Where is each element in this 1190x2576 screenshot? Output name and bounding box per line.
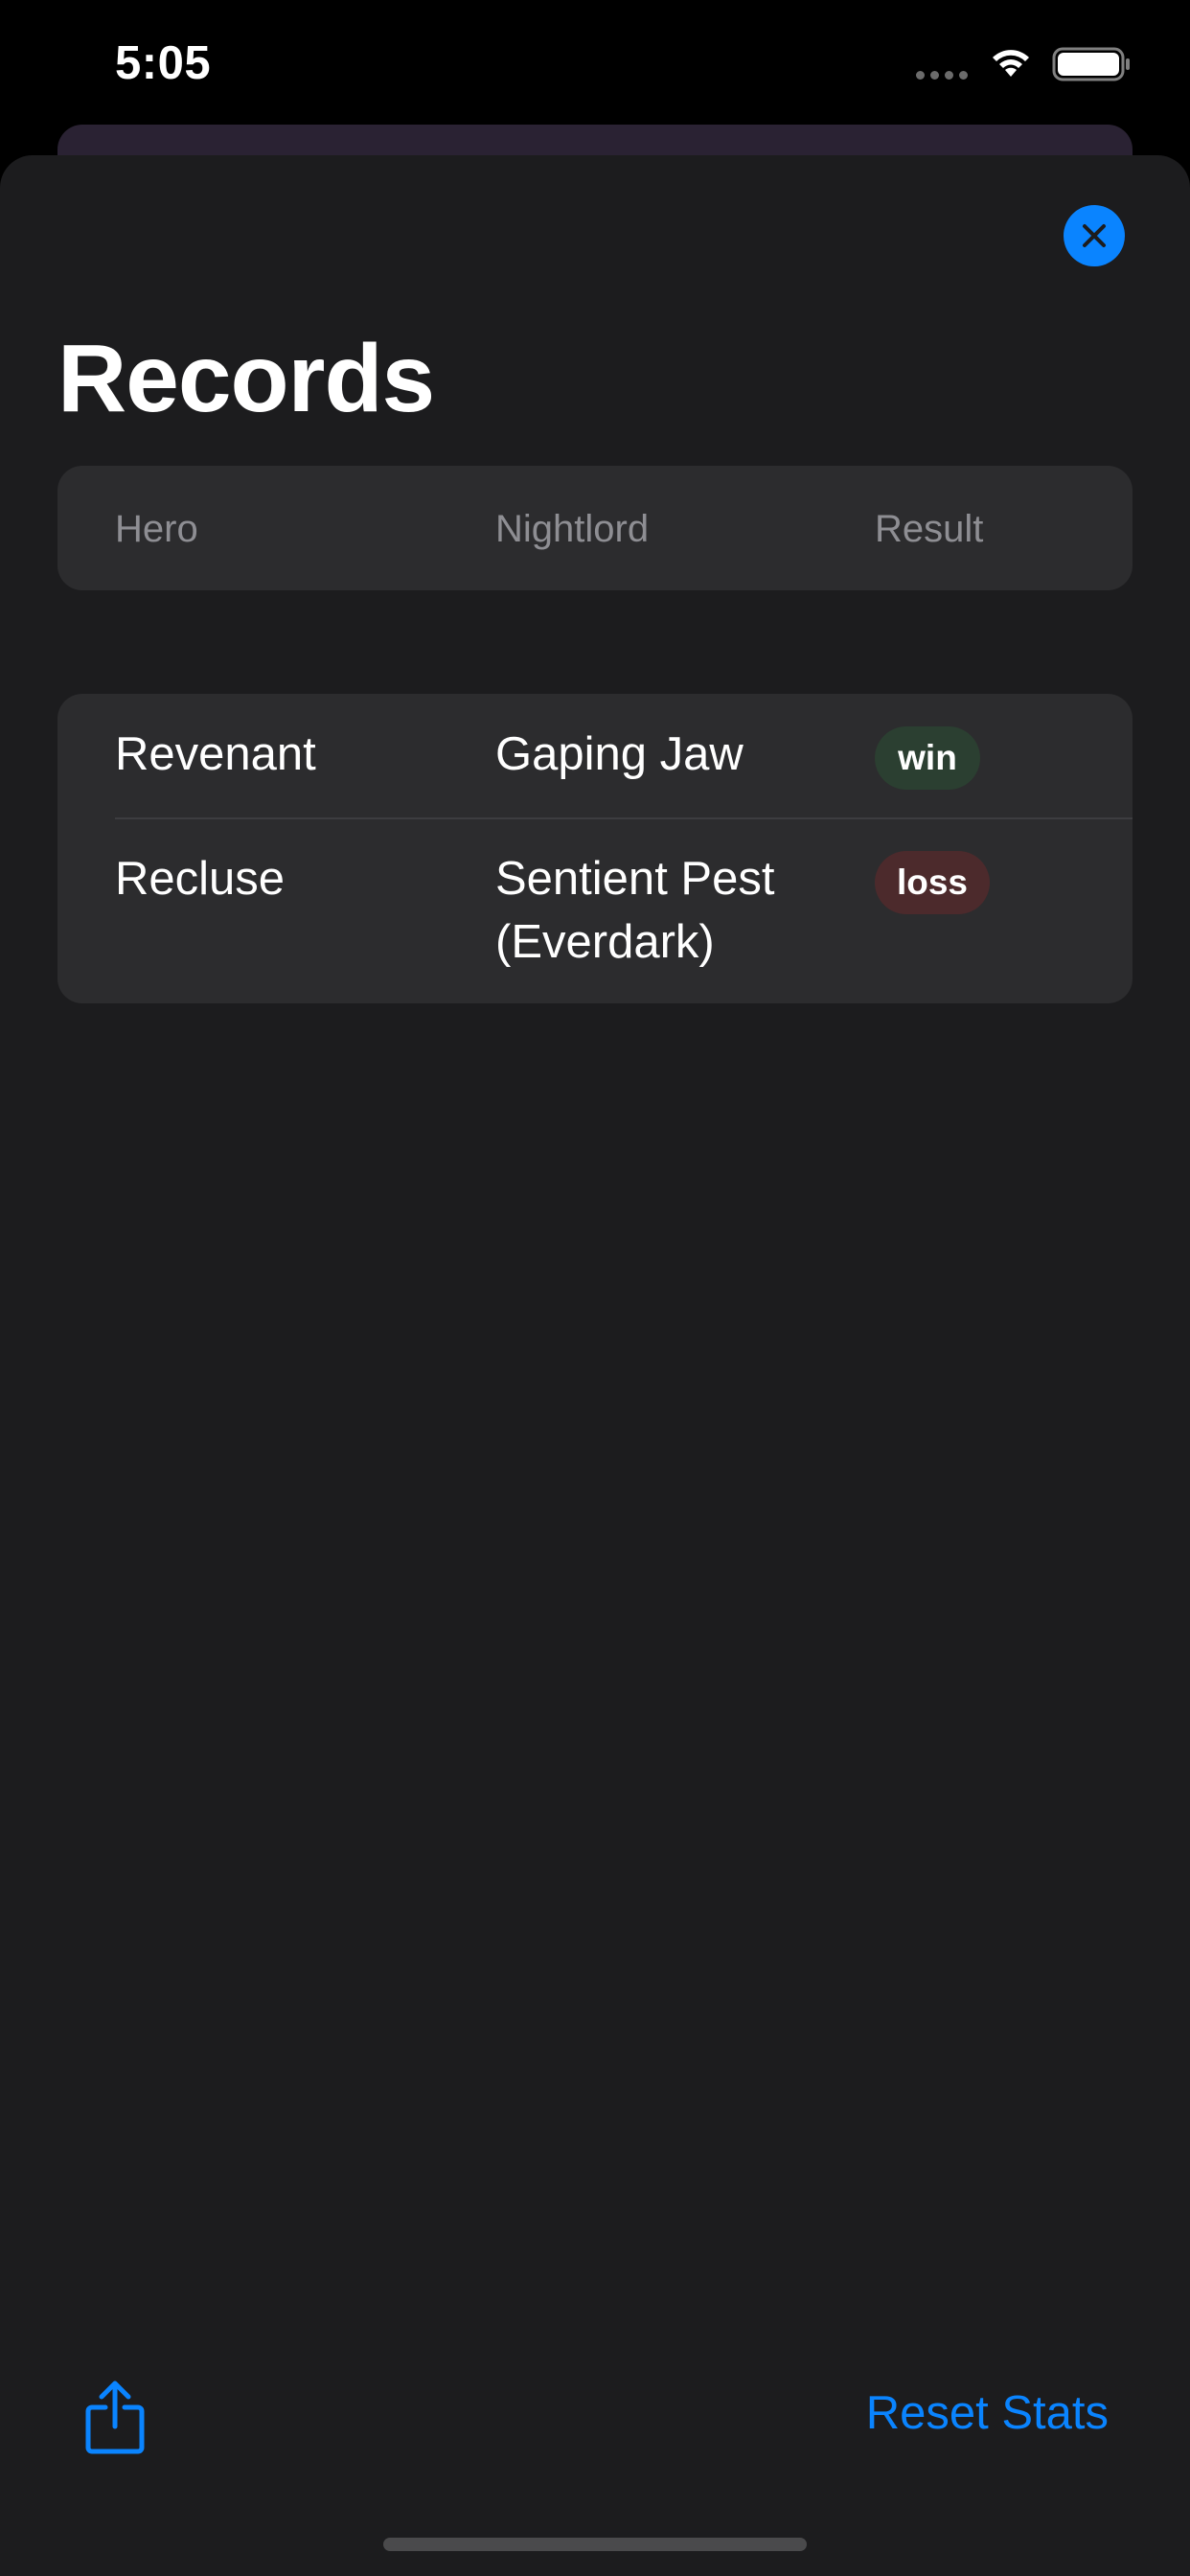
- nightlord-cell: Sentient Pest (Everdark): [495, 853, 775, 968]
- header-nightlord: Nightlord: [495, 508, 650, 550]
- page-title: Records: [57, 325, 435, 432]
- result-badge: loss: [875, 851, 990, 914]
- result-badge: win: [875, 726, 980, 790]
- wifi-icon: [993, 50, 1029, 77]
- table-row[interactable]: Recluse Sentient Pest (Everdark) loss: [57, 818, 1133, 1003]
- status-time: 5:05: [115, 37, 212, 89]
- hero-cell: Recluse: [115, 853, 286, 905]
- nightlord-cell: Gaping Jaw: [495, 728, 744, 780]
- header-result: Result: [875, 508, 984, 550]
- share-icon[interactable]: [82, 2379, 148, 2455]
- header-hero: Hero: [115, 508, 198, 550]
- close-button[interactable]: [1064, 205, 1125, 266]
- records-list: Revenant Gaping Jaw win Recluse Sentient…: [57, 694, 1133, 1003]
- hero-cell: Revenant: [115, 728, 316, 780]
- battery-icon: [1052, 47, 1130, 81]
- cellular-signal-icon: [916, 71, 970, 80]
- reset-stats-button[interactable]: Reset Stats: [866, 2386, 1109, 2440]
- table-row[interactable]: Revenant Gaping Jaw win: [57, 694, 1133, 818]
- table-header: Hero Nightlord Result: [57, 466, 1133, 590]
- status-bar: 5:05: [0, 0, 1190, 125]
- close-icon: [1083, 224, 1106, 247]
- home-indicator[interactable]: [383, 2538, 807, 2551]
